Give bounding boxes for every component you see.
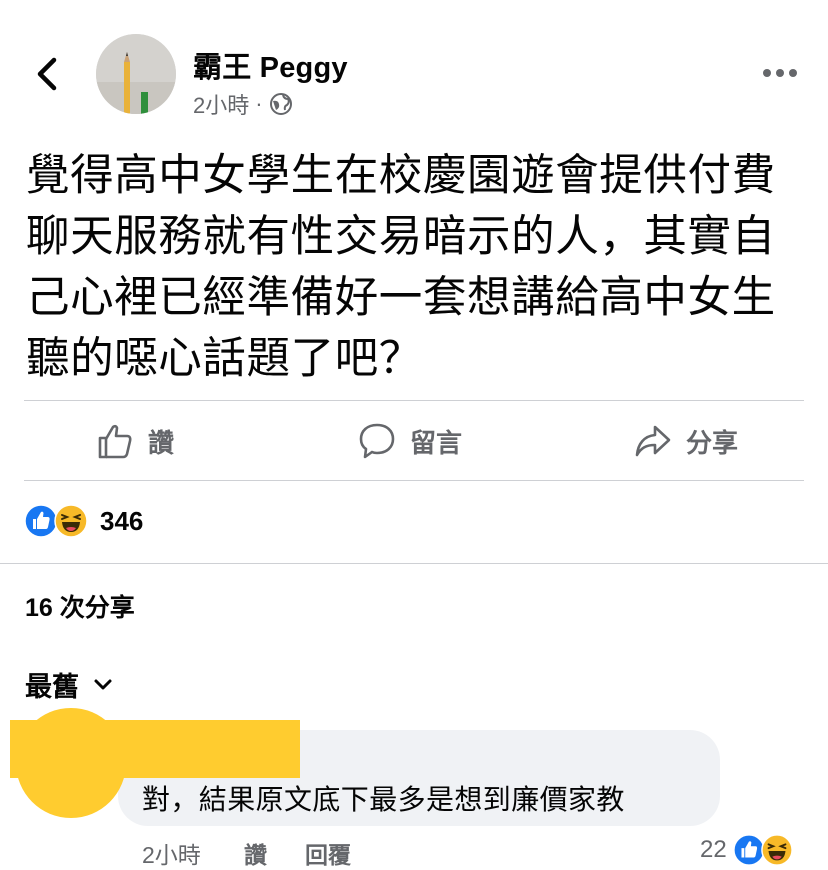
- share-count[interactable]: 16 次分享: [25, 588, 135, 624]
- comment-reply-button[interactable]: 回覆: [305, 836, 351, 870]
- haha-reaction-icon: [760, 834, 793, 866]
- comment-reactions[interactable]: 22: [700, 834, 793, 866]
- divider: [24, 400, 804, 401]
- more-dots-icon: [763, 69, 797, 77]
- comment-sort-dropdown[interactable]: 最舊: [25, 665, 113, 704]
- share-arrow-icon: [635, 425, 671, 457]
- comment-like-button[interactable]: 讚: [244, 836, 267, 870]
- section-divider: [0, 563, 828, 564]
- divider: [24, 480, 804, 481]
- chevron-left-icon: [37, 57, 57, 91]
- comment-reaction-count: 22: [700, 836, 727, 863]
- reaction-count: 346: [100, 505, 144, 536]
- post-text: 覺得高中女學生在校慶園遊會提供付費聊天服務就有性交易暗示的人，其實自己心裡已經準…: [26, 152, 776, 383]
- author-name[interactable]: 霸王 Peggy: [193, 44, 348, 86]
- post-time[interactable]: 2小時: [193, 88, 249, 120]
- meta-separator: ·: [255, 91, 263, 116]
- comment-label: 留言: [410, 427, 463, 458]
- share-label: 分享: [686, 427, 739, 458]
- comment-text: 對，結果原文底下最多是想到廉價家教: [142, 784, 625, 815]
- like-reaction-icon: [24, 504, 58, 538]
- back-button[interactable]: [30, 52, 64, 96]
- like-button[interactable]: 讚: [96, 416, 174, 466]
- like-label: 讚: [148, 427, 175, 458]
- share-button[interactable]: 分享: [634, 416, 738, 466]
- commenter-name-redacted[interactable]: [10, 720, 300, 778]
- more-options-button[interactable]: [758, 58, 802, 88]
- author-avatar[interactable]: [96, 34, 176, 114]
- chevron-down-icon: [94, 679, 112, 689]
- haha-reaction-icon: [54, 504, 88, 538]
- comment-bubble-icon: [359, 423, 395, 459]
- thumbs-up-icon: [98, 424, 132, 459]
- comment-button[interactable]: 留言: [358, 416, 462, 466]
- sort-label: 最舊: [25, 672, 79, 702]
- reactions-summary[interactable]: 346: [24, 504, 143, 538]
- post-meta: 2小時 ·: [193, 88, 293, 120]
- pencil-photo-icon: [96, 34, 176, 114]
- globe-icon: [269, 93, 292, 115]
- comment-time[interactable]: 2小時: [142, 836, 201, 870]
